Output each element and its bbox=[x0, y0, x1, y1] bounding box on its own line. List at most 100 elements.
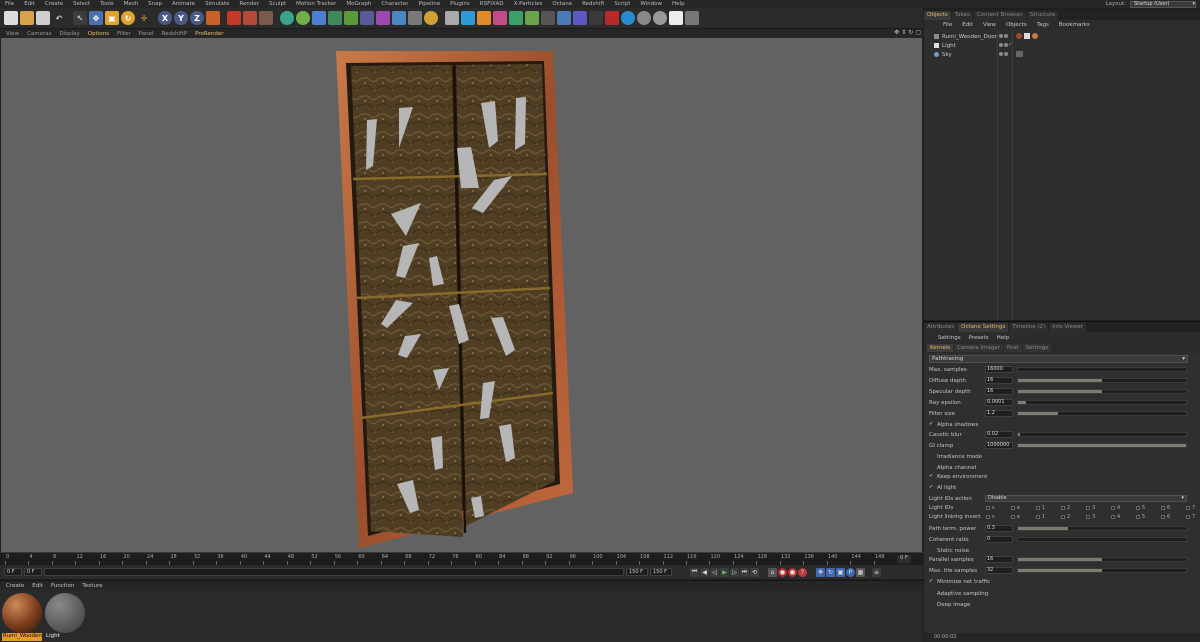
move-view-icon[interactable]: ✥ bbox=[894, 29, 899, 36]
motion-record-icon[interactable]: ⌂ bbox=[768, 567, 777, 577]
viewport-menu-item[interactable]: ProRender bbox=[191, 31, 227, 37]
checkbox-unchecked-icon[interactable] bbox=[929, 602, 934, 607]
go-to-end-icon[interactable]: ⏭ bbox=[740, 567, 749, 577]
gi-clamp-slider[interactable] bbox=[1017, 443, 1187, 448]
octane-cache-icon[interactable] bbox=[589, 11, 603, 25]
light-id-option[interactable]: 1 bbox=[1036, 514, 1061, 520]
object-row-door[interactable]: Rumi_Wooden_Door bbox=[924, 32, 1200, 41]
light-id-option[interactable]: 2 bbox=[1061, 514, 1086, 520]
check-icon[interactable]: ✓ bbox=[1008, 41, 1013, 48]
material-menu-item[interactable]: Create bbox=[2, 583, 28, 589]
octane-tag-icon[interactable] bbox=[1032, 33, 1038, 39]
menu-item[interactable]: Select bbox=[68, 1, 95, 7]
material-rumi-wooden[interactable]: Rumi_Wooden bbox=[1, 592, 43, 641]
checkbox-unchecked-icon[interactable] bbox=[1086, 514, 1090, 519]
light-id-option[interactable]: 2 bbox=[1061, 505, 1086, 511]
max-tile-samples-field[interactable]: 32 bbox=[985, 567, 1013, 574]
rotate-icon[interactable]: ↻ bbox=[121, 11, 135, 25]
row-keep-environment[interactable]: ✓ Keep environment bbox=[929, 472, 1191, 481]
timeline-window-icon[interactable]: ≡ bbox=[872, 567, 881, 577]
row-minimize-net-traffic[interactable]: ✓ Minimize net traffic bbox=[929, 577, 1191, 586]
octane-object-icon[interactable] bbox=[509, 11, 523, 25]
key-rotation-icon[interactable]: ↻ bbox=[826, 567, 835, 577]
object-menu-item[interactable]: Tags bbox=[1032, 22, 1054, 28]
max-samples-slider[interactable] bbox=[1017, 367, 1187, 372]
scale-icon[interactable]: ▣ bbox=[105, 11, 119, 25]
menu-item[interactable]: Octane bbox=[547, 1, 577, 7]
attribute-menu-item[interactable]: Presets bbox=[965, 335, 993, 341]
light-id-option[interactable]: 5 bbox=[1136, 505, 1161, 511]
checkbox-unchecked-icon[interactable] bbox=[929, 454, 934, 459]
record-key-icon[interactable]: ● bbox=[778, 567, 787, 577]
viewport-menu-item[interactable]: Cameras bbox=[23, 31, 55, 37]
object-panel-tab[interactable]: Content Browser bbox=[973, 11, 1026, 20]
next-key-icon[interactable]: ▷ bbox=[730, 567, 739, 577]
render-dot[interactable] bbox=[1004, 34, 1008, 38]
parallel-samples-field[interactable]: 16 bbox=[985, 556, 1013, 563]
visibility-dot[interactable] bbox=[999, 34, 1003, 38]
axis-z-icon[interactable]: Z bbox=[190, 11, 204, 25]
viewport-menu-item[interactable]: RedshiftP bbox=[158, 31, 192, 37]
attribute-subtab[interactable]: Camera Imager bbox=[954, 344, 1003, 352]
octane-sky-icon[interactable] bbox=[653, 11, 667, 25]
material-menu-item[interactable]: Function bbox=[47, 583, 78, 589]
checkbox-unchecked-icon[interactable] bbox=[1111, 514, 1115, 519]
light-id-option[interactable]: 1 bbox=[1036, 505, 1061, 511]
coherent-ratio-field[interactable]: 0 bbox=[985, 536, 1013, 543]
checkbox-unchecked-icon[interactable] bbox=[1136, 505, 1140, 510]
render-settings-icon[interactable] bbox=[259, 11, 273, 25]
light-id-option[interactable]: s bbox=[986, 514, 1011, 520]
checkbox-unchecked-icon[interactable] bbox=[929, 465, 934, 470]
viewport-menu-item[interactable]: Panel bbox=[135, 31, 158, 37]
keyframe-selection-icon[interactable]: ? bbox=[798, 567, 807, 577]
object-menu-item[interactable]: File bbox=[938, 22, 957, 28]
max-samples-field[interactable]: 16000 bbox=[985, 366, 1013, 373]
light-id-option[interactable]: 5 bbox=[1136, 514, 1161, 520]
kernel-select[interactable]: Pathtracing ▾ bbox=[929, 355, 1188, 363]
menu-item[interactable]: Edit bbox=[19, 1, 40, 7]
light-id-option[interactable]: 6 bbox=[1161, 505, 1186, 511]
menu-item[interactable]: Motion Tracker bbox=[291, 1, 341, 7]
loop-icon[interactable]: ⟲ bbox=[750, 567, 759, 577]
viewport-menu-item[interactable]: View bbox=[2, 31, 23, 37]
save-icon[interactable] bbox=[36, 11, 50, 25]
door-model[interactable] bbox=[336, 51, 573, 548]
checkbox-unchecked-icon[interactable] bbox=[1036, 505, 1040, 510]
attribute-menu-item[interactable]: Settings bbox=[934, 335, 965, 341]
light-id-option[interactable]: 3 bbox=[1086, 514, 1111, 520]
material-menu-item[interactable]: Texture bbox=[78, 583, 106, 589]
axis-x-icon[interactable]: X bbox=[158, 11, 172, 25]
checkbox-unchecked-icon[interactable] bbox=[1011, 505, 1015, 510]
light-id-option[interactable]: s bbox=[986, 505, 1011, 511]
select-arrow-icon[interactable]: ↖ bbox=[73, 11, 87, 25]
checkbox-unchecked-icon[interactable] bbox=[1061, 505, 1065, 510]
menu-item[interactable]: Render bbox=[234, 1, 264, 7]
maximize-view-icon[interactable]: ▢ bbox=[915, 29, 921, 36]
octane-environment-icon[interactable] bbox=[493, 11, 507, 25]
render-view-icon[interactable] bbox=[227, 11, 241, 25]
viewport-menu-item[interactable]: Filter bbox=[113, 31, 135, 37]
viewport-menu-item[interactable]: Options bbox=[84, 31, 113, 37]
menu-item[interactable]: Redshift bbox=[577, 1, 609, 7]
light-id-option[interactable]: e bbox=[1011, 514, 1036, 520]
menu-item[interactable]: X-Particles bbox=[509, 1, 548, 7]
checkbox-unchecked-icon[interactable] bbox=[929, 548, 934, 553]
octane-sphere-icon[interactable] bbox=[637, 11, 651, 25]
coordinate-system-icon[interactable] bbox=[206, 11, 220, 25]
menu-item[interactable]: Plugins bbox=[445, 1, 475, 7]
checkbox-unchecked-icon[interactable] bbox=[1011, 514, 1015, 519]
row-adaptive-sampling[interactable]: Adaptive sampling bbox=[929, 589, 1191, 598]
auto-key-icon[interactable]: ● bbox=[788, 567, 797, 577]
checkbox-unchecked-icon[interactable] bbox=[1136, 514, 1140, 519]
menu-item[interactable]: Window bbox=[635, 1, 667, 7]
sky-tag-icon[interactable] bbox=[1016, 51, 1023, 57]
light-id-option[interactable]: 4 bbox=[1111, 514, 1136, 520]
octane-tag-icon[interactable] bbox=[557, 11, 571, 25]
octane-material-icon[interactable] bbox=[445, 11, 459, 25]
checkbox-unchecked-icon[interactable] bbox=[929, 591, 934, 596]
octane-window-icon[interactable] bbox=[669, 11, 683, 25]
object-panel-tab[interactable]: Structure bbox=[1026, 11, 1059, 20]
coherent-ratio-slider[interactable] bbox=[1017, 537, 1187, 542]
octane-render-icon[interactable] bbox=[296, 11, 310, 25]
checkbox-unchecked-icon[interactable] bbox=[1036, 514, 1040, 519]
